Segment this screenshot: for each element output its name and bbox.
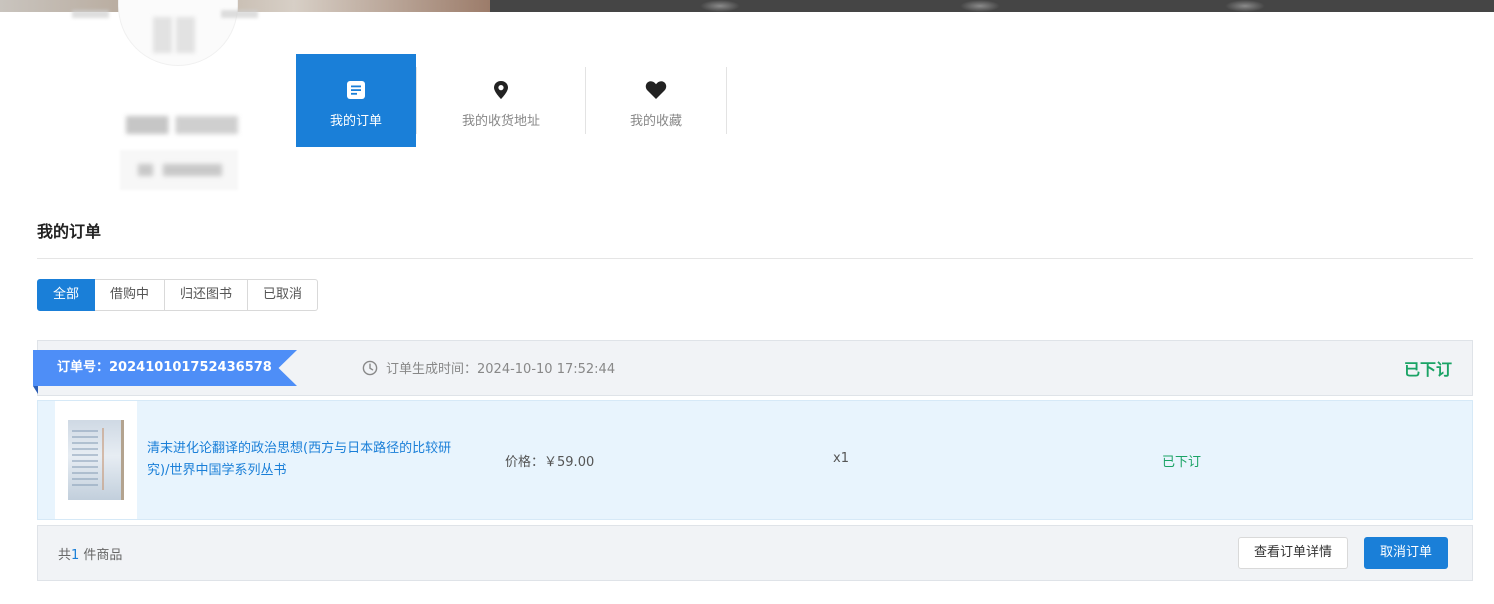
tab-divider <box>726 67 727 134</box>
tab-my-addresses[interactable]: 我的收货地址 <box>417 54 585 147</box>
order-time-label: 订单生成时间： <box>386 362 478 377</box>
tab-label: 我的订单 <box>329 114 382 129</box>
filter-borrowing[interactable]: 借购中 <box>95 279 166 311</box>
map-pin-icon <box>494 81 508 99</box>
order-number-label: 订单号： <box>57 360 110 375</box>
item-status: 已下订 <box>1162 455 1202 470</box>
tab-my-orders[interactable]: 我的订单 <box>296 54 416 147</box>
order-status: 已下订 <box>1403 360 1452 379</box>
tab-label: 我的收货地址 <box>461 114 540 129</box>
blurred-phone <box>120 150 238 190</box>
item-price: 价格：￥59.00 <box>505 451 594 470</box>
order-number-ribbon: 订单号：202410101752436578 <box>33 350 297 394</box>
blurred-username <box>126 116 238 134</box>
item-count: 共1 件商品 <box>58 544 122 563</box>
order-number: 订单号：202410101752436578 <box>57 350 272 386</box>
title-divider <box>37 258 1473 259</box>
item-count-suffix: 件商品 <box>79 548 123 563</box>
view-order-details-button[interactable]: 查看订单详情 <box>1238 537 1349 569</box>
item-price-value: ￥59.00 <box>544 455 595 470</box>
tab-my-favorites[interactable]: 我的收藏 <box>586 54 726 147</box>
avatar-book-icon <box>153 17 195 53</box>
order-list-icon <box>347 81 365 99</box>
item-title-link[interactable]: 清末进化论翻译的政治思想(西方与日本路径的比较研究)/世界中国学系列丛书 <box>147 438 467 482</box>
book-cover-thumbnail[interactable] <box>55 401 137 519</box>
item-price-label: 价格： <box>505 455 545 470</box>
book-cover-image <box>68 420 124 500</box>
tab-label: 我的收藏 <box>629 114 682 129</box>
blurred-banner-text <box>72 10 258 18</box>
order-number-value: 202410101752436578 <box>109 360 272 375</box>
order-time: 订单生成时间：2024-10-10 17:52:44 <box>362 358 615 377</box>
page: 我的订单 我的收货地址 我的收藏 我的订单 全部 借购中 归还图书 已取消 订单… <box>0 0 1494 604</box>
heart-icon <box>645 81 667 99</box>
item-quantity: x1 <box>833 451 849 466</box>
item-count-prefix: 共 <box>58 548 72 563</box>
filter-cancelled[interactable]: 已取消 <box>248 279 319 311</box>
cancel-order-button[interactable]: 取消订单 <box>1364 537 1449 569</box>
clock-icon <box>362 360 378 375</box>
filter-all[interactable]: 全部 <box>37 279 96 311</box>
page-title: 我的订单 <box>37 222 102 241</box>
order-filter-group: 全部 借购中 归还图书 已取消 <box>37 279 319 311</box>
order-time-value: 2024-10-10 17:52:44 <box>477 362 616 377</box>
account-tabs: 我的订单 我的收货地址 我的收藏 <box>296 54 727 147</box>
filter-returned[interactable]: 归还图书 <box>165 279 249 311</box>
banner-image-right <box>490 0 1494 12</box>
